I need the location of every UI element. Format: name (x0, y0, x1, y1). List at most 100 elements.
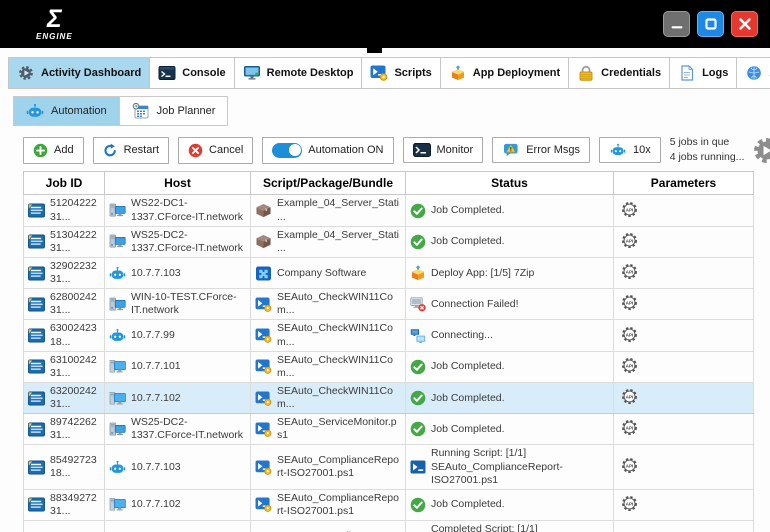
error-msgs-button[interactable]: Error Msgs (492, 137, 590, 163)
tab-credentials[interactable]: Credentials (568, 57, 670, 89)
api-gear-icon[interactable]: API (621, 495, 638, 512)
maximize-icon (702, 15, 720, 33)
tab-remote-desktop[interactable]: Remote Desktop (234, 57, 363, 89)
job-id-text: 6320024231... (50, 385, 100, 411)
job-id-text: 6300242318... (50, 322, 100, 348)
queue-status: 5 jobs in que 4 jobs running... (670, 135, 745, 165)
monitor-button[interactable]: Monitor (403, 137, 484, 163)
column-header-host[interactable]: Host (105, 172, 251, 195)
window-controls (663, 11, 758, 37)
cell-parameters: API (614, 521, 754, 532)
status-text: Completed Script: [1/1]SEAuto_Compliance… (431, 523, 609, 532)
tab-console[interactable]: Console (149, 57, 234, 89)
cell-job-id: 8844927231... (24, 521, 105, 532)
close-button[interactable] (731, 11, 758, 37)
script-text: Example_04_Server_Stati... (277, 197, 401, 223)
logo-sigma: Σ (47, 7, 62, 32)
ps-file-icon (255, 359, 272, 374)
remote-desktop-icon (243, 65, 261, 81)
api-gear-icon[interactable]: API (621, 357, 638, 374)
table-row[interactable]: 6280024231...WIN-10-TEST.CForce-IT.netwo… (24, 289, 754, 320)
automation-toggle-button[interactable]: Automation ON (262, 137, 393, 164)
tab-logs[interactable]: Logs (669, 57, 737, 89)
console-monitor-icon (413, 143, 431, 157)
host-text: 10.7.7.99 (131, 329, 175, 342)
svg-text:API: API (626, 301, 634, 306)
table-row[interactable]: 5120422231... WS22-DC1-1337.CForce-IT.net… (24, 195, 754, 226)
host-text: WIN-10-TEST.CForce-IT.network (131, 291, 246, 317)
cell-parameters: API (614, 289, 754, 320)
api-gear-icon[interactable]: API (621, 457, 638, 474)
tab-label: App Deployment (473, 67, 560, 79)
cell-parameters: API (614, 195, 754, 226)
api-gear-icon[interactable]: API (621, 232, 638, 249)
cell-script: SEAuto_CheckWIN11Com... (251, 351, 406, 382)
warning-bubble-icon (502, 143, 520, 157)
ps-file-icon (255, 422, 272, 437)
subtab-automation[interactable]: Automation (13, 96, 120, 126)
maximize-button[interactable] (697, 11, 724, 37)
cell-parameters: API (614, 414, 754, 445)
table-row[interactable]: 8834927231...10.7.7.102SEAuto_Compliance… (24, 489, 754, 520)
table-row[interactable]: 6310024231...10.7.7.101SEAuto_CheckWIN11… (24, 351, 754, 382)
cancel-button[interactable]: Cancel (178, 137, 253, 164)
jobs-table-body: 5120422231... WS22-DC1-1337.CForce-IT.net… (24, 195, 754, 532)
api-gear-icon[interactable]: API (621, 201, 638, 218)
column-header-status[interactable]: Status (406, 172, 614, 195)
cell-parameters: API (614, 382, 754, 413)
add-button[interactable]: Add (23, 137, 84, 164)
job-list-icon (28, 422, 45, 437)
column-header-script-package-bundle[interactable]: Script/Package/Bundle (251, 172, 406, 195)
column-header-parameters[interactable]: Parameters (614, 172, 754, 195)
main-tabbar: Activity DashboardConsoleRemote DesktopS… (8, 57, 762, 89)
cell-host: WIN-10-TEST.CForce-IT.network (105, 289, 251, 320)
minimize-button[interactable] (663, 11, 690, 37)
cell-status: Job Completed. (406, 382, 614, 413)
job-id-text: 5120422231... (50, 197, 100, 223)
desktop-icon (109, 359, 126, 374)
table-row[interactable]: 8549272318...10.7.7.103SEAuto_Compliance… (24, 445, 754, 489)
add-icon (33, 143, 48, 158)
svg-text:API: API (626, 269, 634, 274)
job-list-icon (28, 203, 45, 218)
connecting-icon (410, 328, 426, 344)
automation-toggle-switch[interactable] (272, 143, 302, 158)
speed-10x-button[interactable]: 10x (599, 137, 661, 163)
api-gear-icon[interactable]: API (621, 294, 638, 311)
api-gear-icon[interactable]: API (621, 419, 638, 436)
restart-button[interactable]: Restart (93, 137, 169, 164)
cell-host: 10.7.7.99 (105, 320, 251, 351)
tab-label: Credentials (601, 67, 661, 79)
host-text: WS22-DC1-1337.CForce-IT.network (131, 197, 246, 223)
cell-status: Job Completed. (406, 489, 614, 520)
api-gear-icon[interactable]: API (621, 388, 638, 405)
tab-ai[interactable]: AI (736, 57, 770, 89)
tab-app-deployment[interactable]: App Deployment (440, 57, 569, 89)
column-header-job-id[interactable]: Job ID (24, 172, 105, 195)
tab-scripts[interactable]: Scripts (361, 57, 440, 89)
api-gear-icon[interactable]: API (621, 263, 638, 280)
status-text: Deploy App: [1/5] 7Zip (431, 267, 534, 280)
desktop-icon (109, 391, 126, 406)
monitor-label: Monitor (437, 144, 474, 156)
status-text: Job Completed. (431, 204, 505, 217)
cell-job-id: 8549272318... (24, 445, 105, 489)
status-text: Connecting... (431, 329, 493, 342)
table-row[interactable]: 8844927231...10.7.7.101SEAuto_Compliance… (24, 521, 754, 532)
table-row[interactable]: 3290223231...10.7.7.103Company SoftwareD… (24, 257, 754, 288)
tab-activity-dashboard[interactable]: Activity Dashboard (8, 57, 150, 89)
success-icon (410, 497, 426, 513)
cell-status: Completed Script: [1/1]SEAuto_Compliance… (406, 521, 614, 532)
cell-script: SEAuto_ComplianceReport-ISO27001.ps1 (251, 445, 406, 489)
api-gear-icon[interactable]: API (621, 326, 638, 343)
processing-gear-icon (753, 137, 770, 164)
job-list-icon (28, 497, 45, 512)
cell-job-id: 6300242318... (24, 320, 105, 351)
conn-failed-icon (410, 296, 426, 312)
subtab-job-planner[interactable]: Job Planner (119, 96, 229, 126)
jobs-in-queue-text: 5 jobs in que (670, 135, 745, 150)
table-row[interactable]: 5130422231...WS25-DC2-1337.CForce-IT.net… (24, 226, 754, 257)
table-row[interactable]: 6300242318...10.7.7.99SEAuto_CheckWIN11C… (24, 320, 754, 351)
table-row[interactable]: 6320024231...10.7.7.102SEAuto_CheckWIN11… (24, 382, 754, 413)
table-row[interactable]: 8974226231...WS25-DC2-1337.CForce-IT.net… (24, 414, 754, 445)
